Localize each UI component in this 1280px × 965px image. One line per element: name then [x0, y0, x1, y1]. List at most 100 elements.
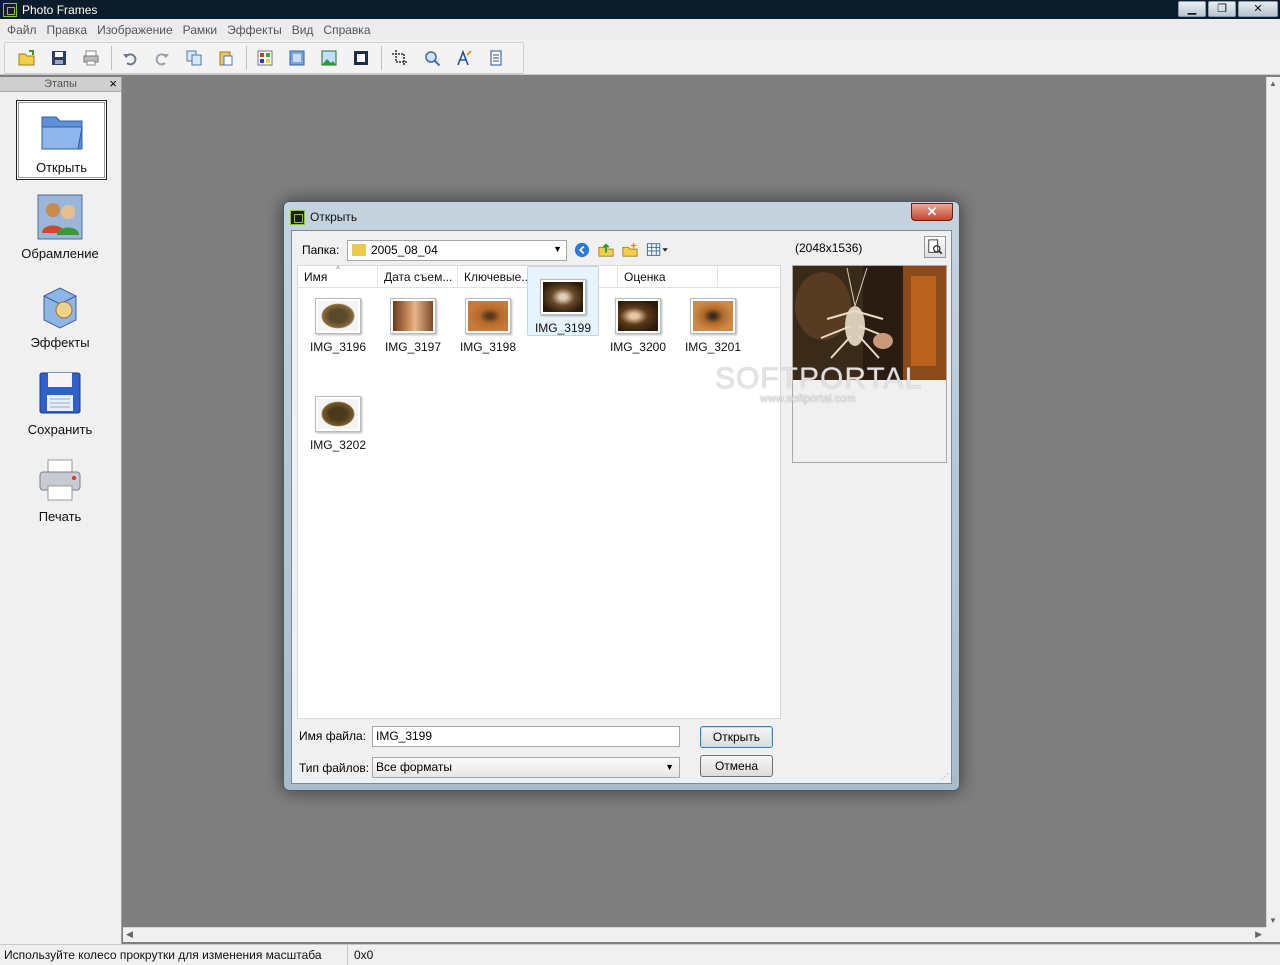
stage-effects-label: Эффекты [30, 335, 90, 350]
file-item[interactable]: IMG_3198 [452, 290, 524, 358]
toolbar-separator [111, 46, 112, 70]
stage-framing-label: Обрамление [21, 246, 99, 261]
thumbnail-image [690, 298, 736, 334]
toolbar-separator [246, 46, 247, 70]
paste-tool-button[interactable] [214, 46, 238, 70]
minimize-button[interactable]: ▁ [1178, 1, 1206, 17]
stage-effects[interactable]: Эффекты [10, 282, 110, 350]
undo-tool-button[interactable] [118, 46, 142, 70]
dialog-title: Открыть [310, 210, 358, 224]
sort-up-icon: ^ [336, 265, 340, 274]
preview-magnifier-icon [928, 239, 943, 255]
file-name: IMG_3199 [534, 321, 592, 335]
zoom-tool-button[interactable] [420, 46, 444, 70]
thumbnail-image [465, 298, 511, 334]
menu-frames[interactable]: Рамки [178, 23, 222, 37]
file-name: IMG_3198 [459, 340, 517, 354]
crop-tool-button[interactable] [388, 46, 412, 70]
preview-toggle-button[interactable] [924, 236, 946, 258]
dialog-title-bar: Открыть [290, 208, 357, 226]
back-arrow-icon [574, 242, 590, 258]
border-frame-icon [354, 51, 368, 65]
file-list[interactable]: Имя^ Дата съем... Ключевые... Размер Оце… [297, 265, 781, 719]
scroll-corner [1266, 927, 1280, 942]
undo-icon [123, 53, 137, 66]
border-tool-button[interactable] [349, 46, 373, 70]
filetype-value: Все форматы [376, 760, 453, 774]
vertical-scrollbar[interactable]: ▲ ▼ [1266, 77, 1280, 927]
printer-icon [83, 50, 99, 66]
folder-label: Папка: [302, 243, 340, 257]
menu-effects[interactable]: Эффекты [222, 23, 287, 37]
menu-view[interactable]: Вид [287, 23, 319, 37]
back-button[interactable] [573, 241, 591, 259]
copy-icon [186, 50, 202, 66]
file-item-selected[interactable]: IMG_3199 [527, 266, 599, 336]
menu-edit[interactable]: Правка [42, 23, 93, 37]
column-rating[interactable]: Оценка [618, 266, 718, 287]
column-name[interactable]: Имя ^ [298, 265, 378, 287]
file-item[interactable]: IMG_3201 [677, 290, 749, 358]
paste-icon [219, 51, 233, 66]
scroll-left-arrow-icon[interactable]: ◀ [126, 929, 133, 940]
stages-close-button[interactable]: × [109, 77, 117, 91]
folder-dropdown[interactable]: 2005_08_04 ▼ [347, 239, 567, 261]
file-item[interactable]: IMG_3196 [302, 290, 374, 358]
new-folder-button[interactable] [621, 241, 639, 259]
scroll-up-arrow-icon[interactable]: ▲ [1269, 79, 1277, 88]
crop-icon [392, 50, 408, 66]
thumbnail-image [315, 298, 361, 334]
text-tool-button[interactable] [452, 46, 476, 70]
thumbnail-image [390, 298, 436, 334]
menu-help[interactable]: Справка [318, 23, 375, 37]
stage-open[interactable]: Открыть [16, 100, 107, 180]
watermark-url: www.softportal.com [760, 393, 856, 405]
stage-framing[interactable]: Обрамление [10, 193, 110, 261]
file-name: IMG_3197 [384, 340, 442, 354]
effect-tool-button[interactable] [285, 46, 309, 70]
stage-print[interactable]: Печать [10, 456, 110, 524]
redo-tool-button[interactable] [150, 46, 174, 70]
file-item[interactable]: IMG_3202 [302, 388, 374, 456]
save-tool-button[interactable] [47, 46, 71, 70]
menu-bar: Файл Правка Изображение Рамки Эффекты Ви… [0, 19, 1280, 40]
stage-save[interactable]: Сохранить [10, 369, 110, 437]
open-folder-icon [41, 116, 83, 150]
scroll-down-arrow-icon[interactable]: ▼ [1269, 916, 1277, 925]
landscape-image-icon [321, 50, 337, 66]
frame-tool-button[interactable] [253, 46, 277, 70]
text-pen-icon [457, 49, 472, 66]
print-tool-button[interactable] [79, 46, 103, 70]
toolbar [0, 40, 1280, 75]
users-icon [37, 194, 83, 240]
filename-label: Имя файла: [299, 729, 366, 743]
up-folder-button[interactable] [597, 241, 615, 259]
folder-value: 2005_08_04 [371, 243, 438, 257]
filename-input[interactable]: IMG_3199 [372, 726, 680, 747]
filetype-select[interactable]: Все форматы ▼ [372, 757, 680, 778]
menu-file[interactable]: Файл [2, 23, 42, 37]
image-tool-button[interactable] [317, 46, 341, 70]
cancel-button[interactable]: Отмена [700, 755, 773, 777]
open-button[interactable]: Открыть [700, 726, 773, 748]
maximize-button[interactable]: ❐ [1208, 1, 1236, 17]
column-date[interactable]: Дата съем... [378, 266, 458, 287]
open-tool-button[interactable] [15, 46, 39, 70]
document-tool-button[interactable] [484, 46, 508, 70]
view-grid-icon [646, 243, 668, 256]
toolbar-separator [381, 46, 382, 70]
view-menu-button[interactable] [645, 241, 671, 259]
scroll-right-arrow-icon[interactable]: ▶ [1255, 929, 1262, 940]
column-keywords[interactable]: Ключевые... [458, 266, 538, 287]
menu-image[interactable]: Изображение [92, 23, 178, 37]
copy-tool-button[interactable] [182, 46, 206, 70]
folder-icon [352, 244, 366, 256]
effect-square-icon [289, 50, 305, 66]
file-item[interactable]: IMG_3200 [602, 290, 674, 358]
file-item[interactable]: IMG_3197 [377, 290, 449, 358]
preview-resolution: (2048x1536) [795, 241, 863, 255]
resize-grip-icon[interactable]: ⋰ [941, 772, 949, 781]
dialog-close-button[interactable]: ✕ [911, 203, 953, 221]
horizontal-scrollbar[interactable]: ◀ ▶ [123, 927, 1266, 942]
close-button[interactable]: ✕ [1238, 1, 1278, 17]
